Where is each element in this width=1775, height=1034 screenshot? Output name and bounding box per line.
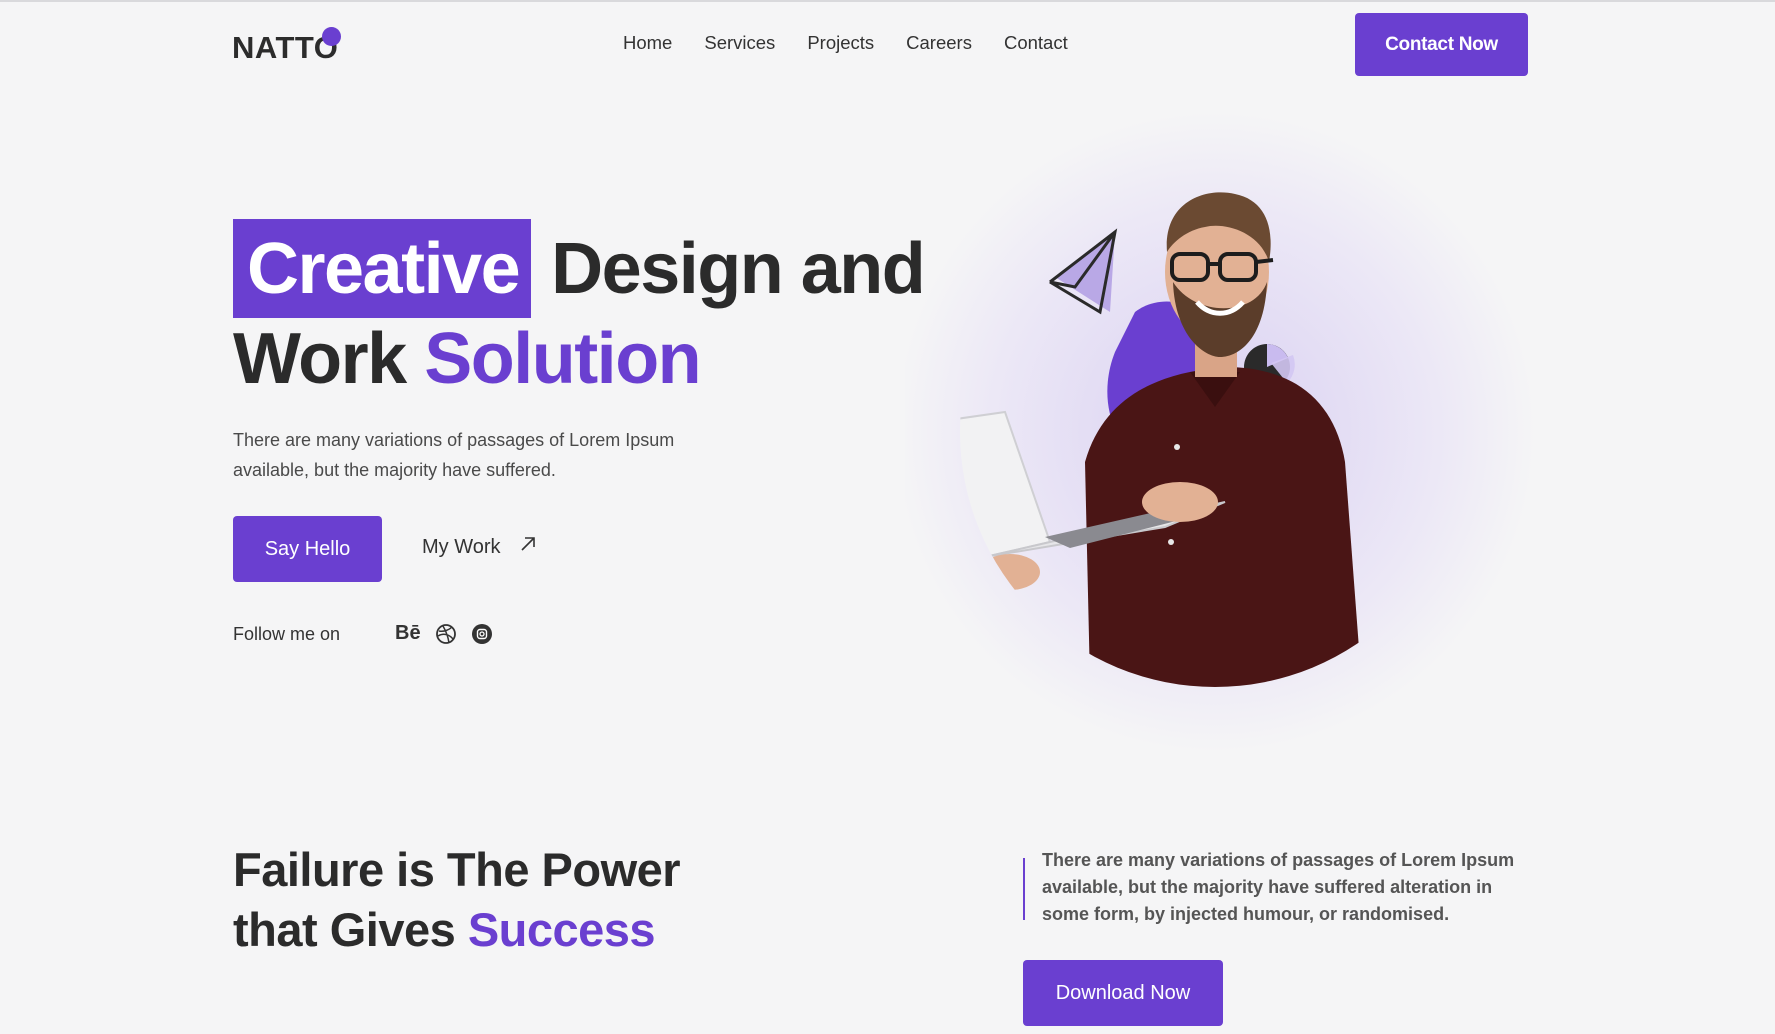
hero-title-plain: Work [233,319,407,399]
nav-contact[interactable]: Contact [1004,32,1068,54]
hero-title-line1: Creative Design and [233,219,926,318]
dribbble-icon[interactable] [435,623,457,645]
nav-careers[interactable]: Careers [906,32,972,54]
section-quote: There are many variations of passages of… [1042,850,1515,924]
hero-title-accent: Solution [424,319,701,399]
section-title-accent: Success [467,903,656,956]
social-links: Bē [395,622,493,645]
main-nav: Home Services Projects Careers Contact [623,32,1068,54]
hero-highlight-word: Creative [233,219,532,318]
nav-home[interactable]: Home [623,32,672,54]
hero-description: There are many variations of passages of… [233,430,675,480]
say-hello-button[interactable]: Say Hello [233,516,382,582]
follow-label: Follow me on [233,624,341,644]
my-work-label: My Work [422,535,501,558]
hero-illustration [895,102,1535,782]
contact-now-button[interactable]: Contact Now [1355,13,1528,76]
hero-title-line2: Work Solution [233,318,702,400]
section-title-plain: that Gives [233,903,456,956]
nav-projects[interactable]: Projects [807,32,874,54]
section-title-line1: Failure is The Power [233,843,681,896]
section-title: Failure is The Power that Gives Success [233,840,681,960]
quote-bar [1023,858,1025,920]
my-work-link[interactable]: My Work [422,535,537,559]
download-now-button[interactable]: Download Now [1023,960,1223,1026]
section-title-line2: that Gives Success [233,900,680,960]
behance-icon[interactable]: Bē [395,622,421,645]
nav-services[interactable]: Services [704,32,775,54]
arrow-up-right-icon [519,535,537,559]
hero-title-rest: Design and [551,228,926,309]
logo-dot [322,27,341,46]
instagram-icon[interactable] [471,623,493,645]
